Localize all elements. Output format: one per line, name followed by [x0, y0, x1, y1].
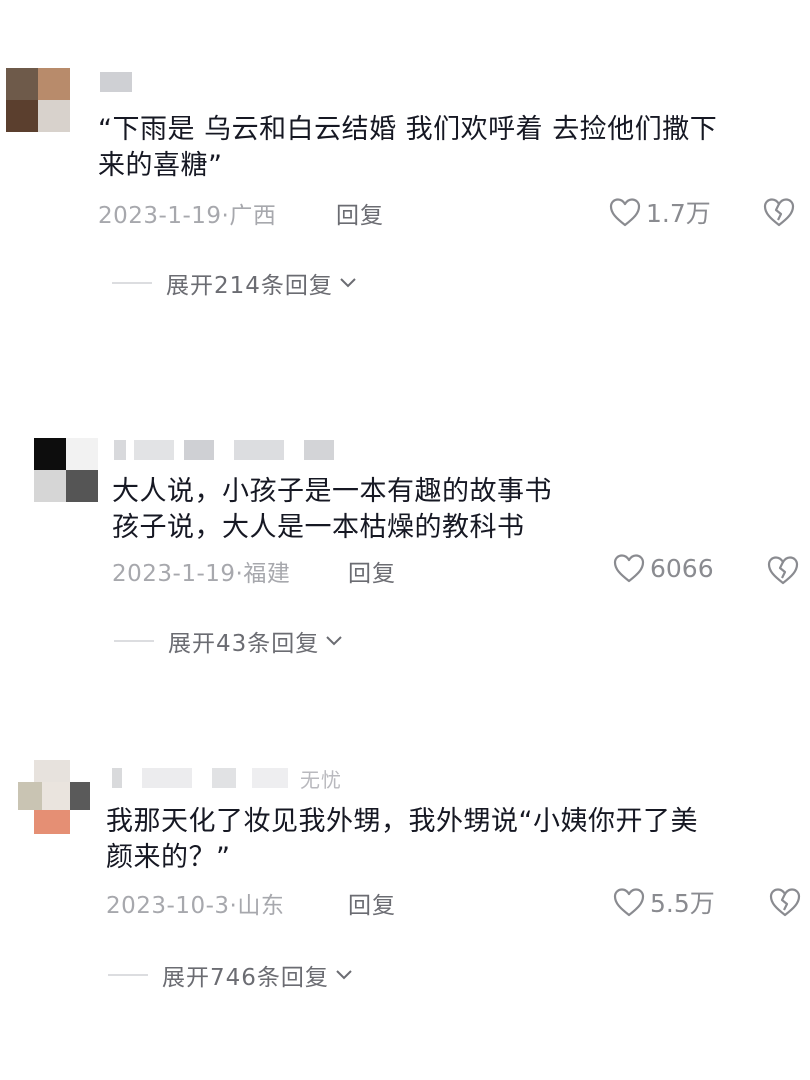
like-count: 5.5万 — [650, 889, 715, 918]
username-blurred[interactable] — [112, 768, 292, 788]
comment-date-location: 2023-10-3·山东 — [106, 893, 285, 919]
username-visible-part[interactable]: 无忧 — [300, 764, 342, 793]
comment-date: 2023-10-3 — [106, 893, 230, 919]
reply-button[interactable]: 回复 — [348, 886, 396, 920]
like-button[interactable]: 5.5万 — [612, 884, 715, 920]
chevron-down-icon — [336, 970, 352, 980]
divider-line — [108, 974, 148, 976]
comment-location: 山东 — [237, 893, 285, 919]
avatar[interactable] — [18, 760, 90, 834]
expand-replies-button[interactable]: 展开746条回复 — [108, 958, 353, 992]
comment-text: 我那天化了妆见我外甥，我外甥说“小姨你开了美 颜来的？” — [106, 806, 698, 873]
heart-outline-icon — [613, 888, 645, 917]
expand-replies-label: 展开746条回复 — [162, 965, 329, 991]
broken-heart-icon[interactable] — [768, 886, 802, 918]
comment-item-3: 无忧 我那天化了妆见我外甥，我外甥说“小姨你开了美 颜来的？” 2023-10-… — [0, 0, 810, 1080]
